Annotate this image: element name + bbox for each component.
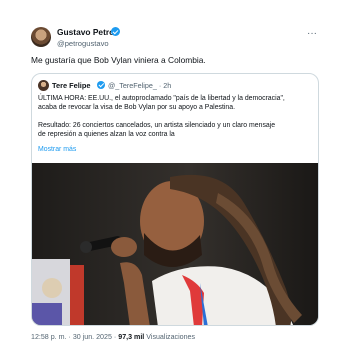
verified-badge-icon [111,27,120,36]
author-avatar[interactable] [31,27,51,47]
show-more-link[interactable]: Mostrar más [38,146,76,153]
quoted-text-line: acaba de revocar la visa de Bob Vylan po… [38,104,236,111]
tweet-meta: 12:58 p. m. · 30 jun. 2025 · 97,3 mil Vi… [31,333,195,341]
tweet: Gustavo Petro @petrogustavo ··· Me gusta… [0,0,350,350]
quoted-author-handle-time: @_TereFelipe_ · 2h [108,81,171,90]
more-options-icon[interactable]: ··· [307,28,317,39]
performer-photo-image [32,163,318,325]
author-handle[interactable]: @petrogustavo [57,39,109,48]
meta-separator: · [68,333,71,341]
quoted-author-avatar[interactable] [38,80,49,91]
quoted-text-line: Resultado: 26 conciertos cancelados, un … [38,122,276,129]
views-count: 97,3 mil [118,333,145,341]
tweet-time[interactable]: 12:58 p. m. [31,333,67,341]
quoted-verified-badge-icon [97,81,105,89]
author-name[interactable]: Gustavo Petro [57,27,114,37]
meta-separator: · [113,333,117,341]
quoted-tweet-text: ÚLTIMA HORA: EE.UU., el autoproclamado "… [38,94,318,139]
quoted-tweet-time: · 2h [158,81,172,90]
quoted-text-line: ÚLTIMA HORA: EE.UU., el autoproclamado "… [38,95,285,102]
quoted-tweet-photo[interactable] [32,163,318,325]
quoted-author-handle[interactable]: @_TereFelipe_ [108,81,157,90]
quoted-tweet[interactable]: Tere Felipe @_TereFelipe_ · 2h ÚLTIMA HO… [31,73,319,326]
tweet-text: Me gustaría que Bob Vylan viniera a Colo… [31,55,206,65]
quoted-author-name[interactable]: Tere Felipe [52,81,90,90]
tweet-date[interactable]: 30 jun. 2025 [73,333,112,341]
views-label: Visualizaciones [146,333,196,341]
quoted-text-line: de represión a quienes alzan la voz cont… [38,131,175,138]
